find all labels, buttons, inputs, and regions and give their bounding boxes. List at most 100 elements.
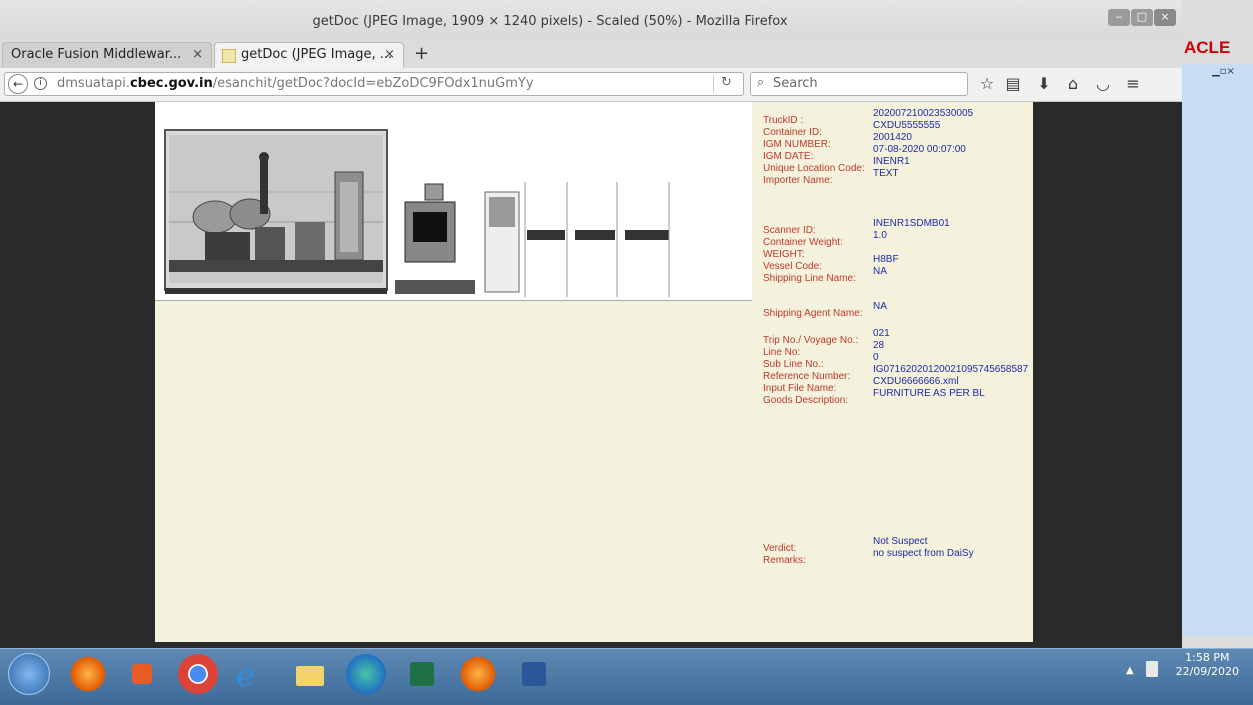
oracle-logo-text: ACLE <box>1184 38 1231 57</box>
new-tab-button[interactable]: + <box>414 43 429 64</box>
search-placeholder: Search <box>773 76 818 91</box>
window-title-bar: getDoc (JPEG Image, 1909 × 1240 pixels) … <box>0 0 1182 39</box>
field-value: 0 <box>873 352 879 363</box>
internet-explorer-taskbar-icon[interactable]: e <box>232 654 272 694</box>
field-group-scanner: Scanner ID: INENR1SDMB01 Container Weight… <box>763 218 950 284</box>
field-value: NA <box>873 266 887 277</box>
field-value: no suspect from DaiSy <box>873 548 974 559</box>
clock-time: 1:58 PM <box>1185 651 1230 664</box>
reload-icon[interactable]: ↻ <box>721 75 732 90</box>
start-button[interactable] <box>8 653 50 695</box>
image-favicon-icon <box>222 49 236 63</box>
field-row: Verdict: Not Suspect <box>763 536 927 554</box>
xray-scan-image <box>155 102 752 301</box>
mini-window-controls-icon[interactable]: ▁▫× <box>1212 66 1235 77</box>
page-content: TruckID :202007210023530005 Container ID… <box>0 102 1182 642</box>
field-row: Input File Name: CXDU6666666.xml <box>763 376 959 394</box>
clock-date: 22/09/2020 <box>1175 665 1239 678</box>
field-row: Sub Line No.: 0 <box>763 352 879 370</box>
field-value: INENR1 <box>873 156 910 167</box>
tab-oracle-fusion[interactable]: Oracle Fusion Middlewar... × <box>2 42 212 68</box>
tray-device-icon[interactable] <box>1146 661 1158 677</box>
url-text[interactable]: dmsuatapi.cbec.gov.in/esanchit/getDoc?do… <box>57 76 534 91</box>
field-row: Remarks: no suspect from DaiSy <box>763 548 974 566</box>
field-row: Container Weight: 1.0 <box>763 230 887 248</box>
field-row: WEIGHT: <box>763 242 856 260</box>
downloads-icon[interactable]: ⬇ <box>1033 74 1055 93</box>
field-row: Line No: 28 <box>763 340 884 358</box>
field-value: TEXT <box>873 168 899 179</box>
field-value: H8BF <box>873 254 899 265</box>
tray-expand-icon[interactable]: ▲ <box>1126 665 1134 676</box>
field-value: NA <box>873 301 887 312</box>
url-domain: cbec.gov.in <box>129 76 213 91</box>
window-title: getDoc (JPEG Image, 1909 × 1240 pixels) … <box>312 14 788 29</box>
url-path: /esanchit/getDoc?docId=ebZoDC9FOdx1nuGmY… <box>212 76 534 91</box>
navigation-bar: ← i dmsuatapi.cbec.gov.in/esanchit/getDo… <box>0 68 1182 102</box>
chrome-taskbar-icon[interactable] <box>178 654 218 694</box>
field-value: IG071620201200210957456585​87 <box>873 364 1029 375</box>
file-explorer-taskbar-icon[interactable] <box>290 654 330 694</box>
edge-taskbar-icon[interactable] <box>346 654 386 694</box>
taskbar: e ▲ 1:58 PM 22/09/2020 <box>0 648 1253 705</box>
field-row: Container ID: CXDU5555555 <box>763 120 940 138</box>
background-window: ACLE ▁▫× <box>1182 0 1253 660</box>
url-prefix: dmsuatapi. <box>57 76 130 91</box>
pocket-icon[interactable]: ◡ <box>1092 74 1114 93</box>
field-row: Importer Name: TEXT <box>763 168 899 186</box>
field-value: 021 <box>873 328 890 339</box>
field-value: CXDU6666666.xml <box>873 376 959 387</box>
field-label: Shipping Agent Name: <box>763 308 863 319</box>
tab-label: getDoc (JPEG Image, ... <box>241 47 393 62</box>
url-bar[interactable]: ← i dmsuatapi.cbec.gov.in/esanchit/getDo… <box>4 72 744 96</box>
field-row: TruckID :202007210023530005 <box>763 108 973 126</box>
search-icon: ⌕ <box>757 75 765 90</box>
close-window-button[interactable]: × <box>1154 9 1176 26</box>
field-value: 2001420 <box>873 132 912 143</box>
field-row: Trip No./ Voyage No.: 021 <box>763 328 890 346</box>
field-row: IGM DATE: 07-08-2020 00:07:00 <box>763 144 966 162</box>
clock[interactable]: 1:58 PM 22/09/2020 <box>1176 651 1239 679</box>
background-window-body <box>1182 64 1253 636</box>
field-row: Shipping Agent Name: NA <box>763 301 887 319</box>
field-row: Reference Number: IG071620201200210957456… <box>763 364 1028 382</box>
media-player-taskbar-icon[interactable] <box>122 654 162 694</box>
field-value: 202007210023530005 <box>873 108 974 119</box>
word-taskbar-icon[interactable] <box>514 654 554 694</box>
field-row: IGM NUMBER: 2001420 <box>763 132 912 150</box>
field-value: 28 <box>873 340 885 351</box>
search-box[interactable]: ⌕ Search <box>750 72 968 96</box>
maximize-button[interactable]: □ <box>1131 9 1153 26</box>
field-row: Scanner ID: INENR1SDMB01 <box>763 218 950 236</box>
field-row: Unique Location Code: INENR1 <box>763 156 910 174</box>
menu-icon[interactable]: ≡ <box>1122 74 1144 93</box>
tab-close-icon[interactable]: × <box>192 43 203 67</box>
tab-label: Oracle Fusion Middlewar... <box>11 47 182 62</box>
field-value: Not Suspect <box>873 536 928 547</box>
field-group-voyage: Trip No./ Voyage No.: 021 Line No: 28 Sub … <box>763 328 1028 406</box>
scan-document: TruckID :202007210023530005 Container ID… <box>155 102 1033 642</box>
tab-close-icon[interactable]: × <box>384 43 395 67</box>
field-group-verdict: Verdict: Not Suspect Remarks: no suspect f… <box>763 536 974 566</box>
field-value: 1.0 <box>873 230 887 241</box>
field-row: Goods Description: FURNITURE AS PER BL <box>763 388 985 406</box>
excel-taskbar-icon[interactable] <box>402 654 442 694</box>
field-value: INENR1SDMB01 <box>873 218 950 229</box>
tab-getdoc[interactable]: getDoc (JPEG Image, ... × <box>214 42 404 68</box>
info-icon[interactable]: i <box>34 77 47 90</box>
field-label: Shipping Line Name: <box>763 273 856 284</box>
url-divider <box>713 75 714 93</box>
firefox-taskbar-icon[interactable] <box>68 654 108 694</box>
field-value: 07-08-2020 00:07:00 <box>873 144 966 155</box>
field-group-agent: Shipping Agent Name: NA <box>763 301 887 319</box>
field-label: Remarks: <box>763 555 806 566</box>
firefox-active-taskbar-icon[interactable] <box>458 654 498 694</box>
home-icon[interactable]: ⌂ <box>1062 74 1084 93</box>
field-group-truck: TruckID :202007210023530005 Container ID… <box>763 108 973 186</box>
back-arrow-icon[interactable]: ← <box>8 74 28 94</box>
bookmarks-list-icon[interactable]: ▤ <box>1002 74 1024 93</box>
field-label: Goods Description: <box>763 395 849 406</box>
field-row: Shipping Line Name: NA <box>763 266 887 284</box>
bookmark-star-icon[interactable]: ☆ <box>976 74 998 93</box>
minimize-button[interactable]: ‒ <box>1108 9 1130 26</box>
